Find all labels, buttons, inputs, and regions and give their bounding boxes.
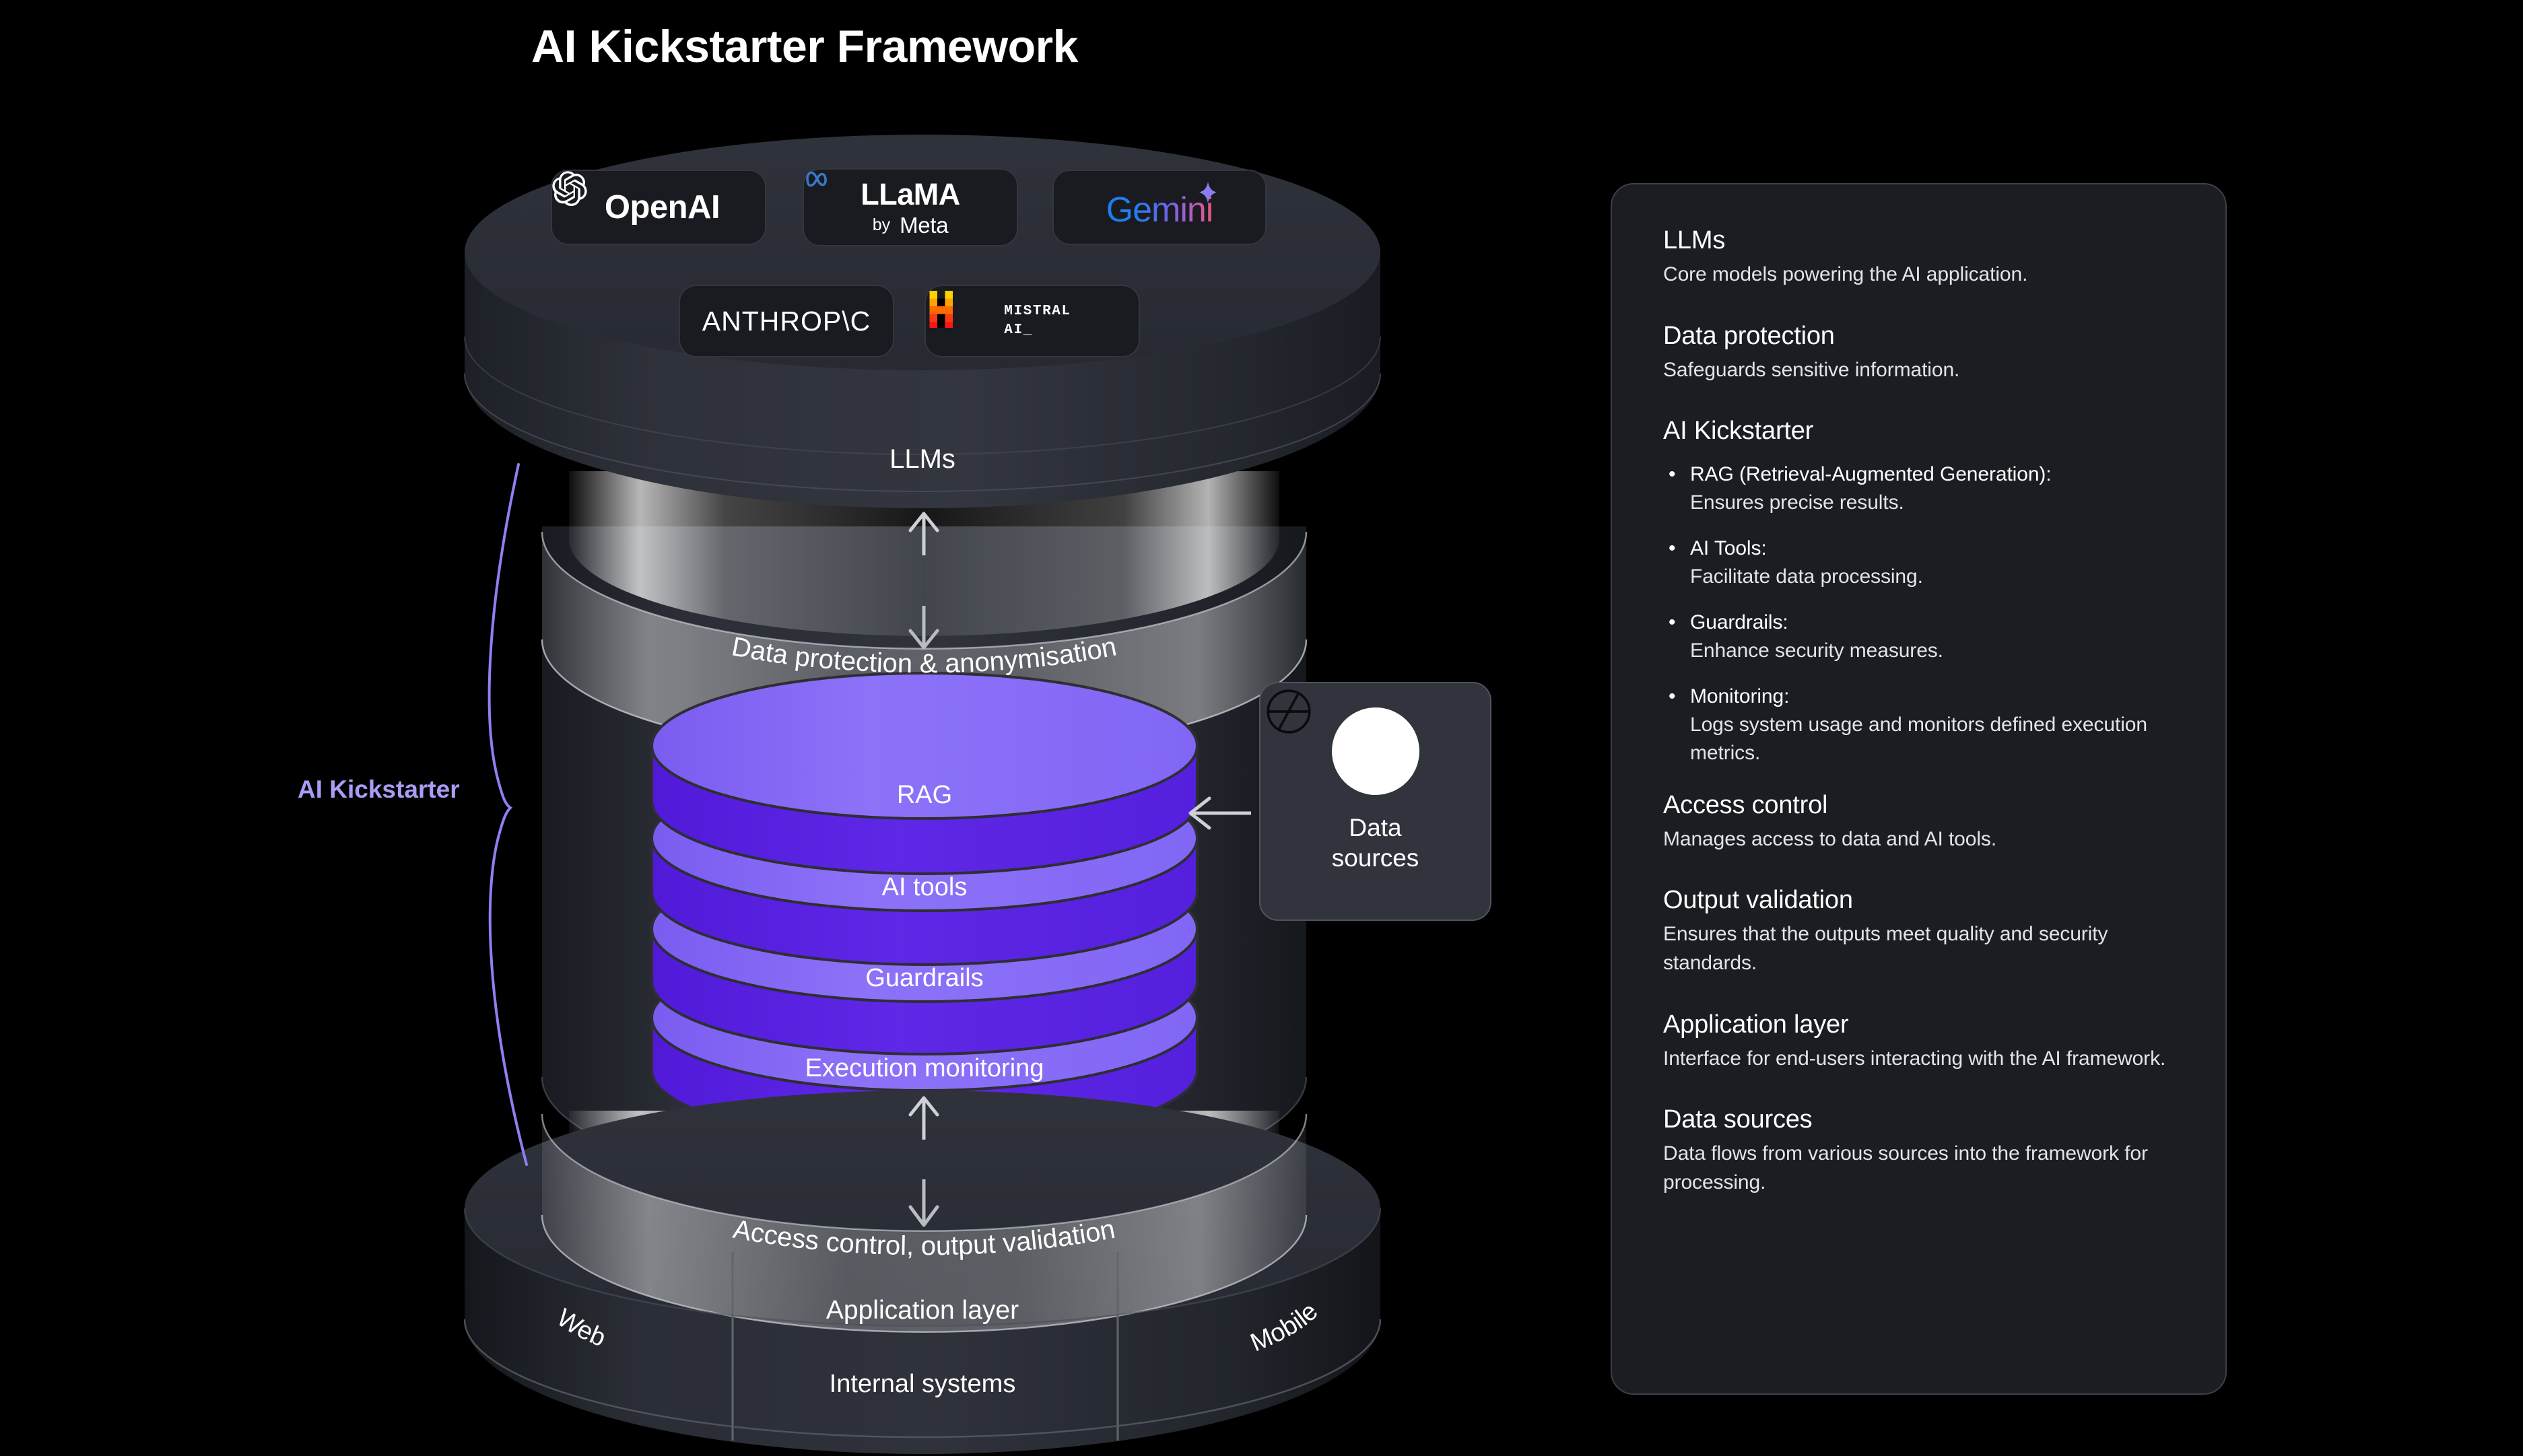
bracket-label-ai-kickstarter: AI Kickstarter xyxy=(298,775,460,803)
chip-gemini[interactable]: Gemini xyxy=(1052,170,1267,245)
mistral-wordmark-line1: MISTRAL xyxy=(1004,303,1071,319)
legend-heading-ai-kickstarter: AI Kickstarter xyxy=(1663,417,1814,446)
legend-body-llms: Core models powering the AI application. xyxy=(1663,263,2028,285)
legend-bullet-desc-monitoring: Logs system usage and monitors defined e… xyxy=(1690,713,2147,765)
data-sources-label-line1: Data xyxy=(1349,814,1402,841)
openai-wordmark: OpenAI xyxy=(604,189,720,226)
legend-block-ai-kickstarter: AI Kickstarter • RAG (Retrieval-Augmente… xyxy=(1663,417,2174,768)
legend-bullet-term-ai-tools: AI Tools: xyxy=(1690,537,1767,560)
legend-body-output-validation: Ensures that the outputs meet quality an… xyxy=(1663,923,2108,974)
legend-block-data-sources: Data sources Data flows from various sou… xyxy=(1663,1105,2174,1197)
chip-llama[interactable]: LLaMA by Meta xyxy=(803,168,1018,246)
meta-wordmark: Meta xyxy=(900,212,949,238)
legend-block-data-protection: Data protection Safeguards sensitive inf… xyxy=(1663,322,2174,385)
legend-block-llms: LLMs Core models powering the AI applica… xyxy=(1663,226,2174,289)
legend-heading-access-control: Access control xyxy=(1663,790,1828,819)
legend-bullet-rag: • RAG (Retrieval-Augmented Generation): … xyxy=(1663,460,2174,517)
legend-body-access-control: Manages access to data and AI tools. xyxy=(1663,827,1997,850)
bullet-dot-icon: • xyxy=(1669,685,1676,708)
legend-bullet-guardrails: • Guardrails: Enhance security measures. xyxy=(1663,609,2174,665)
chip-anthropic[interactable]: ANTHROP\C xyxy=(679,285,894,357)
data-sources-card[interactable]: Data sources xyxy=(1259,682,1491,921)
anthropic-wordmark: ANTHROP\C xyxy=(702,305,871,337)
legend-body-data-protection: Safeguards sensitive information. xyxy=(1663,358,1960,381)
legend-heading-output-validation: Output validation xyxy=(1663,886,1853,915)
legend-heading-data-protection: Data protection xyxy=(1663,321,1835,350)
legend-bullet-term-guardrails: Guardrails: xyxy=(1690,611,1788,634)
legend-bullet-ai-tools: • AI Tools: Facilitate data processing. xyxy=(1663,534,2174,591)
legend-bullet-monitoring: • Monitoring: Logs system usage and moni… xyxy=(1663,683,2174,768)
framework-diagram: Data protection & anonymisation Access c… xyxy=(0,0,1609,1456)
legend-panel: LLMs Core models powering the AI applica… xyxy=(1611,183,2227,1395)
bullet-dot-icon: • xyxy=(1669,537,1676,560)
disc-rag xyxy=(650,672,1199,875)
bullet-dot-icon: • xyxy=(1669,463,1676,486)
legend-body-data-sources: Data flows from various sources into the… xyxy=(1663,1142,2148,1193)
data-sources-label-line2: sources xyxy=(1331,844,1419,872)
legend-body-application-layer: Interface for end-users interacting with… xyxy=(1663,1047,2166,1070)
legend-heading-data-sources: Data sources xyxy=(1663,1105,1813,1134)
llama-by-text: by xyxy=(872,215,891,234)
legend-block-access-control: Access control Manages access to data an… xyxy=(1663,791,2174,854)
purple-disc-stack xyxy=(650,672,1199,1144)
diagram-canvas: AI Kickstarter Framework Data protection… xyxy=(0,0,2523,1456)
legend-bullet-term-rag: RAG (Retrieval-Augmented Generation): xyxy=(1690,463,2052,486)
legend-block-application-layer: Application layer Interface for end-user… xyxy=(1663,1010,2174,1074)
legend-bullet-desc-rag: Ensures precise results. xyxy=(1690,491,1904,514)
legend-bullet-list: • RAG (Retrieval-Augmented Generation): … xyxy=(1663,460,2174,768)
chip-openai[interactable]: OpenAI xyxy=(551,170,766,245)
legend-bullet-term-monitoring: Monitoring: xyxy=(1690,685,1790,708)
pie-chart-icon xyxy=(1267,689,1419,795)
legend-heading-llms: LLMs xyxy=(1663,226,1726,254)
legend-bullet-desc-ai-tools: Facilitate data processing. xyxy=(1690,565,1923,588)
legend-block-output-validation: Output validation Ensures that the outpu… xyxy=(1663,886,2174,977)
mistral-wordmark-line2: AI_ xyxy=(1004,322,1033,338)
bullet-dot-icon: • xyxy=(1669,611,1676,634)
ai-kickstarter-bracket xyxy=(487,463,528,1166)
chip-mistral[interactable]: MISTRAL AI_ xyxy=(924,285,1140,357)
legend-bullet-desc-guardrails: Enhance security measures. xyxy=(1690,639,1943,662)
llama-wordmark: LLaMA xyxy=(861,176,960,211)
legend-heading-application-layer: Application layer xyxy=(1663,1010,1849,1039)
